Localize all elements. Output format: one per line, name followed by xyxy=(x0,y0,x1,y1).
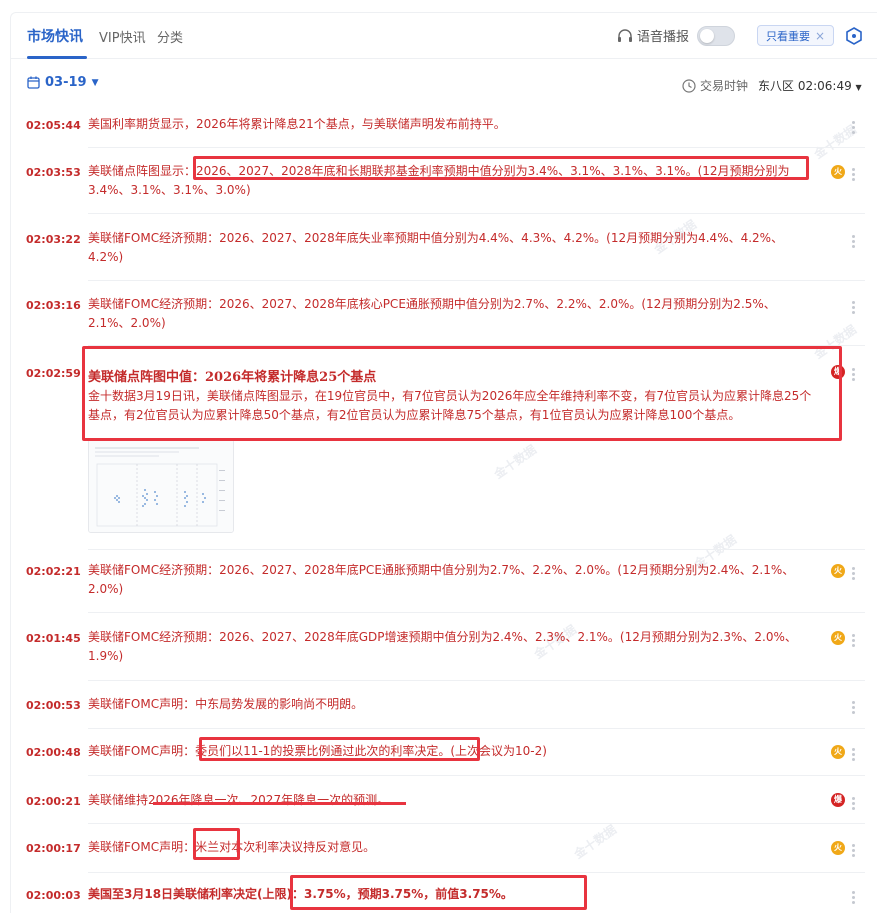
calendar-icon xyxy=(27,76,40,89)
news-time: 02:00:17 xyxy=(26,842,81,855)
more-options-icon[interactable] xyxy=(849,168,857,183)
more-options-icon[interactable] xyxy=(849,891,857,906)
more-options-icon[interactable] xyxy=(849,567,857,582)
news-time: 02:00:03 xyxy=(26,889,81,902)
caret-down-icon: ▼ xyxy=(855,83,862,92)
close-icon[interactable]: × xyxy=(815,29,825,43)
boom-badge-icon: 爆 xyxy=(831,365,845,379)
divider xyxy=(88,823,865,824)
watermark: 金十数据 xyxy=(491,442,539,482)
divider xyxy=(88,612,865,613)
voice-broadcast-label: 语音播报 xyxy=(637,30,690,45)
more-options-icon[interactable] xyxy=(849,121,857,136)
news-time: 02:00:21 xyxy=(26,795,81,808)
news-time: 02:03:22 xyxy=(26,233,81,246)
news-time: 02:02:59 xyxy=(26,367,81,380)
settings-hexagon-icon[interactable] xyxy=(844,26,864,46)
timezone-selector[interactable]: 东八区 02:06:49 ▼ xyxy=(758,77,862,94)
news-text: 金十数据3月19日讯，美联储点阵图显示，在19位官员中，有7位官员认为2026年… xyxy=(88,389,812,422)
more-options-icon[interactable] xyxy=(849,301,857,316)
date-row: 03-19 ▼ 交易时钟 东八区 02:06:49 ▼ xyxy=(11,73,877,99)
divider xyxy=(88,775,865,776)
news-time: 02:00:53 xyxy=(26,699,81,712)
boom-badge-icon: 爆 xyxy=(831,793,845,807)
tab-vip-news[interactable]: VIP快讯 xyxy=(99,27,146,46)
date-picker[interactable]: 03-19 ▼ xyxy=(27,75,99,90)
active-tab-indicator xyxy=(27,56,87,59)
fire-badge-icon: 火 xyxy=(831,564,845,578)
annotation-underline xyxy=(153,802,406,805)
news-time: 02:05:44 xyxy=(26,119,81,132)
headphones-icon xyxy=(618,28,632,42)
divider xyxy=(88,280,865,281)
clock-icon xyxy=(682,78,696,93)
news-panel: 金十数据 金十数据 金十数据 金十数据 金十数据 金十数据 金十数据 市场快讯 … xyxy=(10,12,877,913)
trading-clock-label: 交易时钟 xyxy=(700,79,749,93)
more-options-icon[interactable] xyxy=(849,634,857,649)
more-options-icon[interactable] xyxy=(849,235,857,250)
divider xyxy=(88,213,865,214)
caret-down-icon: ▼ xyxy=(91,77,99,88)
timezone-time: 东八区 02:06:49 xyxy=(758,79,852,93)
divider xyxy=(88,872,865,873)
voice-broadcast: 语音播报 xyxy=(617,26,689,45)
news-text: 美国利率期货显示，2026年将累计降息21个基点，与美联储声明发布前持平。 xyxy=(88,117,506,131)
important-only-filter[interactable]: 只看重要 × xyxy=(757,25,835,46)
watermark: 金十数据 xyxy=(811,322,859,362)
divider xyxy=(88,728,865,729)
fire-badge-icon: 火 xyxy=(831,745,845,759)
news-time: 02:01:45 xyxy=(26,632,81,645)
important-only-label: 只看重要 xyxy=(766,29,810,43)
fire-badge-icon: 火 xyxy=(831,841,845,855)
fire-badge-icon: 火 xyxy=(831,165,845,179)
divider xyxy=(88,680,865,681)
more-options-icon[interactable] xyxy=(849,797,857,812)
divider xyxy=(88,549,865,550)
news-time: 02:02:21 xyxy=(26,565,81,578)
more-options-icon[interactable] xyxy=(849,368,857,383)
news-text: 美联储FOMC经济预期：2026、2027、2028年底失业率预期中值分别为4.… xyxy=(88,231,784,264)
more-options-icon[interactable] xyxy=(849,748,857,763)
voice-broadcast-toggle[interactable] xyxy=(697,26,735,46)
news-time: 02:03:53 xyxy=(26,166,81,179)
news-text: 美联储FOMC经济预期：2026、2027、2028年底核心PCE通胀预期中值分… xyxy=(88,297,776,330)
tab-category[interactable]: 分类 xyxy=(157,27,183,46)
more-options-icon[interactable] xyxy=(849,844,857,859)
news-text: 美联储点阵图显示：2026、2027、2028年底和长期联邦基金利率预期中值分别… xyxy=(88,164,790,197)
date-label: 03-19 xyxy=(45,75,87,90)
news-text: 美国至3月18日美联储利率决定(上限)：3.75%，预期3.75%，前值3.75… xyxy=(88,887,513,901)
news-text: 美联储FOMC声明：米兰对本次利率决议持反对意见。 xyxy=(88,840,376,854)
tab-market-news[interactable]: 市场快讯 xyxy=(27,26,83,46)
dot-plot-thumbnail[interactable] xyxy=(88,439,234,533)
fire-badge-icon: 火 xyxy=(831,631,845,645)
dot-plot-image xyxy=(89,440,233,532)
news-text: 美联储FOMC声明：委员们以11-1的投票比例通过此次的利率决定。(上次会议为1… xyxy=(88,744,547,758)
news-headline: 美联储点阵图中值：2026年将累计降息25个基点 xyxy=(88,370,377,385)
divider xyxy=(88,147,865,148)
news-text: 美联储维持2026年降息一次、2027年降息一次的预测。 xyxy=(88,793,390,807)
divider xyxy=(88,345,865,346)
news-text: 美联储FOMC经济预期：2026、2027、2028年底GDP增速预期中值分别为… xyxy=(88,630,797,663)
news-text: 美联储FOMC经济预期：2026、2027、2028年底PCE通胀预期中值分别为… xyxy=(88,563,795,596)
more-options-icon[interactable] xyxy=(849,701,857,716)
news-time: 02:00:48 xyxy=(26,746,81,759)
news-text: 美联储FOMC声明：中东局势发展的影响尚不明朗。 xyxy=(88,697,364,711)
news-time: 02:03:16 xyxy=(26,299,81,312)
top-bar: 市场快讯 VIP快讯 分类 语音播报 只看重要 × xyxy=(11,13,877,59)
trading-clock[interactable]: 交易时钟 xyxy=(682,77,748,94)
